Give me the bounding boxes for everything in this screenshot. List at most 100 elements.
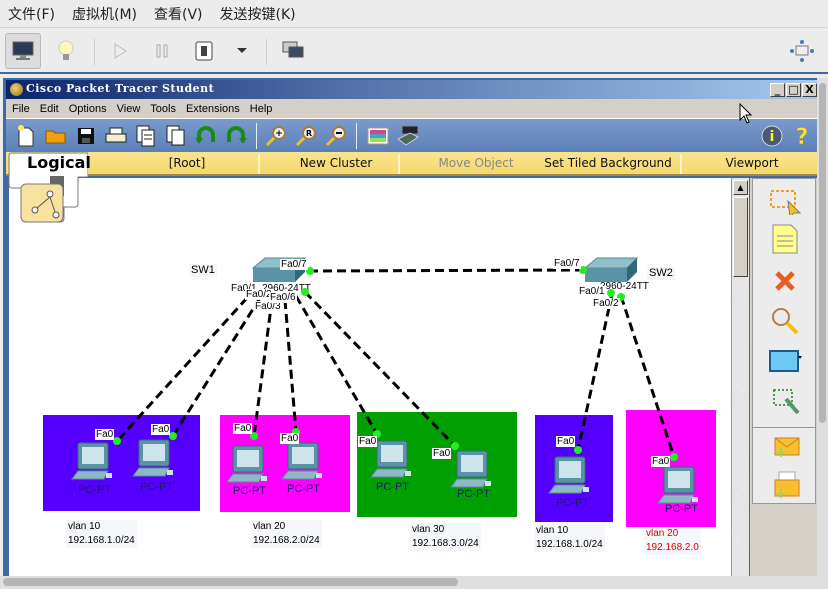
- vlan-note[interactable]: vlan 20 192.168.2.0/24: [251, 520, 322, 548]
- scroll-thumb[interactable]: [733, 197, 748, 277]
- packet-tracer-logo-icon: [10, 83, 23, 96]
- menu-options[interactable]: Options: [69, 103, 107, 115]
- link-status-dot: [301, 288, 309, 296]
- ethernet-link[interactable]: [576, 293, 614, 451]
- vm-menu-vm[interactable]: 虚拟机(M): [72, 4, 137, 24]
- ethernet-link[interactable]: [303, 290, 457, 448]
- select-tool[interactable]: [767, 185, 803, 217]
- vlan-note[interactable]: vlan 10 192.168.1.0/24: [534, 524, 605, 552]
- vm-horizontal-scroll-thumb[interactable]: [3, 578, 458, 586]
- svg-text:+: +: [775, 445, 787, 459]
- pc-icon[interactable]: [132, 439, 173, 477]
- complex-pdu-envelope-icon: +: [774, 471, 800, 499]
- pause-button[interactable]: [144, 33, 180, 69]
- pause-icon: [156, 44, 168, 58]
- new-button[interactable]: [14, 124, 38, 148]
- pc-icon[interactable]: [657, 466, 698, 504]
- console-view-button[interactable]: [5, 33, 41, 69]
- ethernet-link[interactable]: [308, 268, 584, 273]
- menu-view[interactable]: View: [117, 103, 141, 115]
- delete-tool[interactable]: [767, 265, 803, 297]
- menu-tools[interactable]: Tools: [150, 103, 176, 115]
- logical-tab[interactable]: Logical: [8, 152, 91, 223]
- pc-label: PC-PT: [457, 488, 490, 500]
- nav-separator: [398, 154, 400, 174]
- menu-extensions[interactable]: Extensions: [186, 103, 240, 115]
- pc-icon[interactable]: [548, 456, 589, 494]
- pdu-document-icon: [166, 125, 185, 146]
- simple-pdu-envelope-icon: +: [774, 437, 800, 459]
- vm-vertical-scrollbar[interactable]: [817, 78, 828, 578]
- close-button[interactable]: X: [802, 83, 817, 97]
- minimize-button[interactable]: _: [770, 83, 785, 97]
- print-button[interactable]: [104, 124, 128, 148]
- port-label: Fa0: [358, 436, 378, 447]
- open-button[interactable]: [44, 124, 68, 148]
- custom-pdu-button[interactable]: [164, 124, 188, 148]
- zoom-in-button[interactable]: +: [264, 124, 288, 148]
- root-link[interactable]: [Root]: [162, 156, 212, 170]
- save-button[interactable]: [74, 124, 98, 148]
- zoom-reset-button[interactable]: R: [294, 124, 318, 148]
- ethernet-link[interactable]: [619, 295, 676, 458]
- pc-label: PC-PT: [233, 485, 266, 497]
- maximize-button[interactable]: □: [786, 83, 801, 97]
- vm-menu-file[interactable]: 文件(F): [8, 4, 55, 24]
- power-dropdown-button[interactable]: [224, 33, 260, 69]
- viewport-button[interactable]: Viewport: [702, 156, 802, 170]
- pc-icon[interactable]: [450, 450, 491, 488]
- switch-port-label: Fa0/2: [592, 298, 620, 309]
- switch-port-label: Fa0/7: [553, 258, 581, 269]
- logical-workspace[interactable]: 2960-24TT 2960-24TT vlan 10 192.168.1.0/…: [9, 178, 731, 576]
- redo-button[interactable]: [224, 124, 248, 148]
- svg-text:R: R: [306, 129, 312, 138]
- add-simple-pdu-tool[interactable]: +: [767, 431, 803, 463]
- set-tiled-background-button[interactable]: Set Tiled Background: [538, 156, 678, 170]
- resize-shape-tool[interactable]: [767, 385, 803, 417]
- vlan-note[interactable]: vlan 30 192.168.3.0/24: [410, 523, 481, 551]
- vlan-note[interactable]: vlan 20 192.168.2.0: [644, 527, 701, 555]
- svg-text:?: ?: [796, 125, 809, 147]
- vm-vertical-scroll-thumb[interactable]: [819, 83, 826, 423]
- lightbulb-button[interactable]: [48, 33, 84, 69]
- draw-shape-tool[interactable]: [767, 345, 803, 377]
- menu-edit[interactable]: Edit: [40, 103, 59, 115]
- custom-device-button[interactable]: [396, 124, 420, 148]
- switch-port-label: Fa0/7: [280, 259, 308, 270]
- multi-monitor-icon: [282, 41, 304, 58]
- port-label: Fa0: [151, 424, 171, 435]
- activity-wizard-button[interactable]: [134, 124, 158, 148]
- help-button[interactable]: ?: [790, 124, 814, 148]
- move-object-button[interactable]: Move Object: [416, 156, 536, 170]
- switch-icon[interactable]: [583, 257, 639, 282]
- info-button[interactable]: i: [760, 124, 784, 148]
- menu-file[interactable]: File: [12, 103, 30, 115]
- ethernet-link[interactable]: [252, 299, 274, 437]
- inspect-tool[interactable]: [767, 305, 803, 337]
- toolbar-separator: [266, 39, 267, 65]
- svg-text:i: i: [770, 129, 775, 145]
- undo-button[interactable]: [194, 124, 218, 148]
- pc-icon[interactable]: [226, 445, 267, 483]
- ethernet-link[interactable]: [283, 299, 298, 433]
- menu-help[interactable]: Help: [250, 103, 273, 115]
- add-complex-pdu-tool[interactable]: +: [767, 469, 803, 501]
- pc-icon[interactable]: [71, 442, 112, 480]
- folder-icon: [45, 130, 66, 144]
- vm-horizontal-scrollbar[interactable]: [0, 576, 828, 589]
- fullscreen-button[interactable]: [784, 33, 820, 69]
- palette-button[interactable]: [366, 124, 390, 148]
- vlan-note[interactable]: vlan 10 192.168.1.0/24: [66, 520, 137, 548]
- place-note-tool[interactable]: [767, 223, 803, 255]
- vm-menu-send-keys[interactable]: 发送按键(K): [220, 4, 296, 24]
- pc-icon[interactable]: [281, 442, 322, 480]
- snapshot-button[interactable]: [275, 33, 311, 69]
- vm-menu-view[interactable]: 查看(V): [154, 4, 203, 24]
- ethernet-link[interactable]: [294, 295, 379, 435]
- play-button[interactable]: [102, 33, 138, 69]
- scroll-up-arrow-icon[interactable]: ▲: [733, 180, 748, 195]
- power-button[interactable]: [186, 33, 222, 69]
- canvas-vertical-scrollbar[interactable]: ▲: [731, 178, 749, 576]
- new-cluster-button[interactable]: New Cluster: [276, 156, 396, 170]
- zoom-out-button[interactable]: [324, 124, 348, 148]
